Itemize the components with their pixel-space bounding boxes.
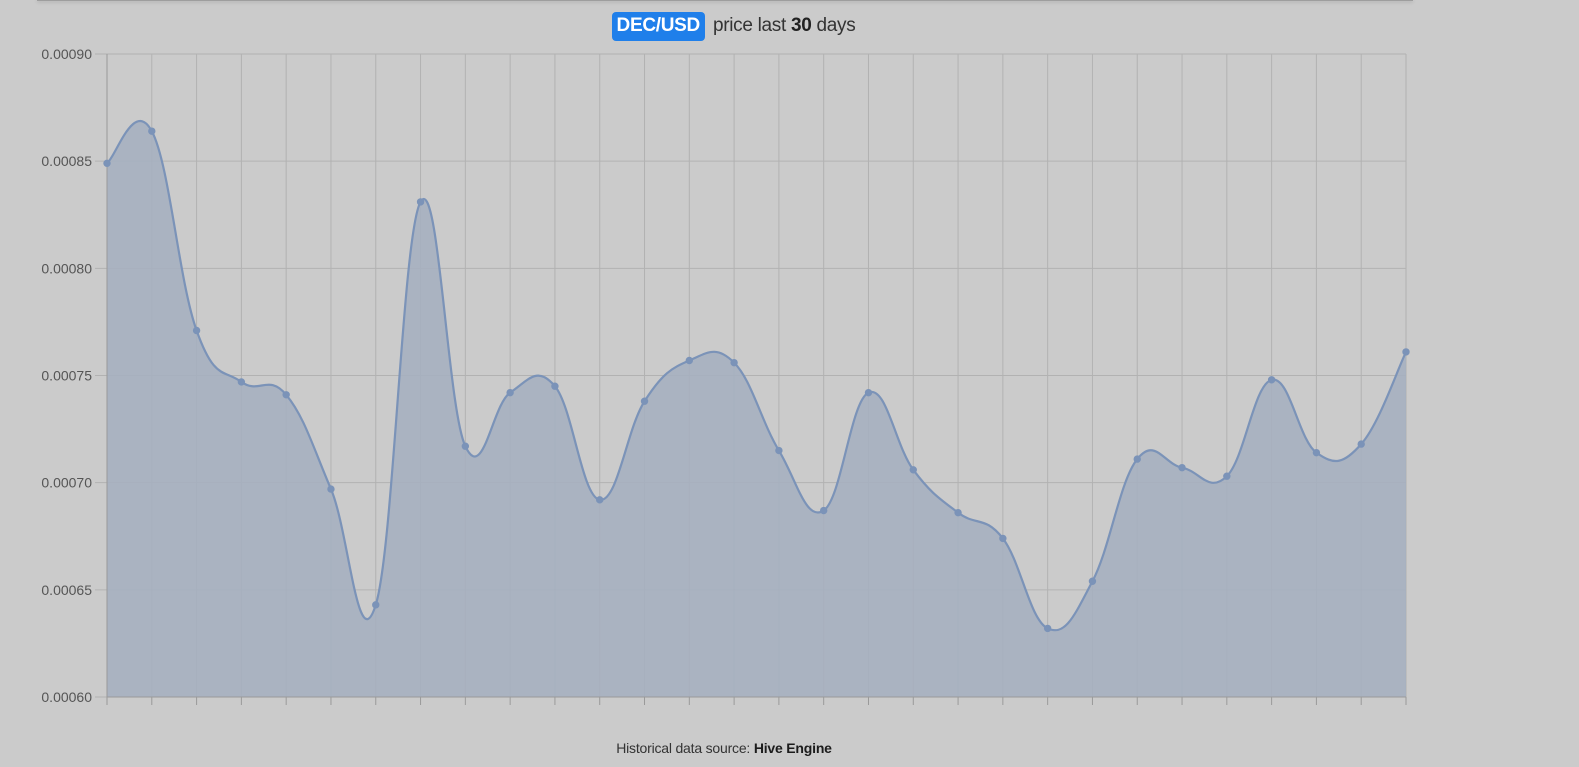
data-point[interactable] [192,326,201,335]
y-tick-label: 0.00065 [41,582,92,598]
source-label: Historical data source: [616,740,751,756]
data-point[interactable] [461,442,470,450]
data-point[interactable] [685,356,694,365]
data-point[interactable] [282,391,290,399]
price-chart: 0.00090 0.00085 0.00080 0.00075 0.00070 0.000… [41,46,1410,705]
data-point[interactable] [1223,472,1231,480]
data-point[interactable] [999,534,1007,543]
data-point[interactable] [730,358,738,367]
area-layer [106,120,1407,697]
data-point[interactable] [103,159,111,168]
data-point[interactable] [1357,440,1365,448]
data-point[interactable] [640,397,649,405]
data-point[interactable] [909,466,917,474]
data-point[interactable] [1043,624,1052,633]
data-point[interactable] [1267,376,1276,384]
price-area-fill [107,120,1406,697]
y-tick-label: 0.00075 [41,368,92,384]
data-point[interactable] [1088,577,1097,585]
chart-page: DEC/USD price last 30 days 0.00090 0.0008… [0,0,1579,767]
data-point[interactable] [864,388,873,397]
data-source-note: Historical data source: Hive Engine [0,740,1448,756]
data-point[interactable] [327,485,335,493]
data-point[interactable] [148,127,156,135]
data-point[interactable] [372,601,380,609]
y-tick-label: 0.00090 [41,46,92,62]
data-point[interactable] [1178,463,1186,472]
data-point[interactable] [551,382,559,390]
y-tick-label: 0.00060 [41,689,92,705]
data-point[interactable] [775,446,783,455]
data-point[interactable] [819,506,828,515]
data-point[interactable] [237,378,246,386]
y-tick-label: 0.00070 [41,475,92,491]
data-point[interactable] [1312,448,1321,457]
data-point[interactable] [416,198,425,206]
data-point[interactable] [954,508,962,517]
y-tick-label: 0.00080 [41,260,92,276]
data-point[interactable] [1402,348,1410,356]
y-tick-label: 0.00085 [41,153,92,169]
data-point[interactable] [1133,455,1141,463]
data-point[interactable] [596,496,604,504]
source-name: Hive Engine [753,740,832,756]
data-point[interactable] [506,388,514,397]
